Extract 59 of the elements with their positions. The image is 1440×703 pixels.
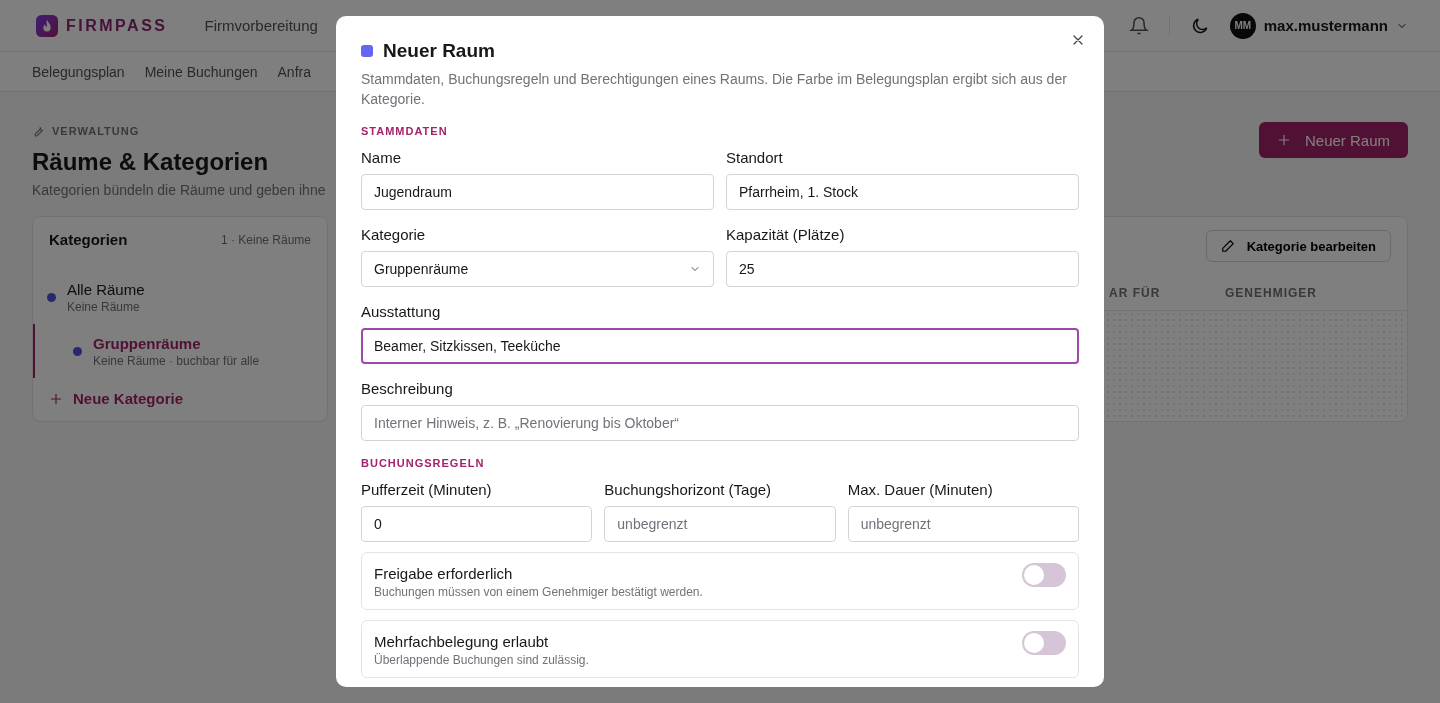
field-label: Kategorie xyxy=(361,226,427,243)
field-label: Kapazität (Plätze) xyxy=(726,226,846,243)
dialog-description: Stammdaten, Buchungsregeln und Berechtigungen eines Raums. Die Farbe im Belegungsplan ergibt sich aus der Kategorie. xyxy=(361,70,1068,109)
plus-icon xyxy=(49,391,63,406)
column-header: AR FÜR xyxy=(1109,285,1162,300)
field-label: Standort xyxy=(726,149,784,166)
category-name: Gruppenräume xyxy=(93,334,202,352)
logo-icon xyxy=(36,14,58,37)
section-heading: BUCHUNGSREGELN xyxy=(361,457,486,469)
category-dot xyxy=(73,346,82,356)
page-title: Räume & Kategorien xyxy=(32,148,270,176)
category-meta: Keine Räume · buchbar für alle xyxy=(93,353,260,368)
tab[interactable]: Belegungsplan xyxy=(32,63,125,80)
field-label: Max. Dauer (Minuten) xyxy=(847,481,994,498)
category-dot xyxy=(47,292,56,302)
dialog-title: Neuer Raum xyxy=(383,40,495,62)
eyebrow-label: VERWALTUNG xyxy=(52,125,140,137)
category-item[interactable]: Alle Räume Keine Räume xyxy=(33,270,327,324)
column-header: GENEHMIGER xyxy=(1225,285,1318,300)
field-label: Pufferzeit (Minuten) xyxy=(361,481,493,498)
section-heading: STAMMDATEN xyxy=(361,125,449,137)
input-field[interactable]: 0 xyxy=(361,506,593,542)
page-subtitle: Kategorien bündeln die Räume und geben ihne xyxy=(32,182,326,198)
avatar[interactable]: MM xyxy=(1229,12,1256,39)
input-field[interactable]: unbegrenzt xyxy=(847,506,1079,542)
category-item[interactable]: Gruppenräume Keine Räume · buchbar für alle xyxy=(33,324,327,378)
input-field[interactable]: 25 xyxy=(726,251,1079,287)
nav-link[interactable]: Firmvorbereitung xyxy=(204,17,318,34)
input-field[interactable]: Pfarrheim, 1. Stock xyxy=(726,174,1079,210)
new-category-button[interactable]: Neue Kategorie xyxy=(33,378,200,407)
setting-title: Freigabe erforderlich xyxy=(374,565,514,582)
field-label: Ausstattung xyxy=(361,303,442,320)
setting-title: Mehrfachbelegung erlaubt xyxy=(374,633,550,650)
input-field[interactable]: Beamer, Sitzkissen, Teeküche xyxy=(361,328,1079,364)
panel-title: Kategorien xyxy=(49,231,128,248)
toggle-switch[interactable] xyxy=(1022,631,1066,655)
bell-icon[interactable] xyxy=(1128,15,1149,36)
input-field[interactable]: Jugendraum xyxy=(361,174,714,210)
category-count: 1 · Keine Räume xyxy=(220,232,311,247)
category-name: Alle Räume xyxy=(67,280,145,298)
select-value: Gruppenräume xyxy=(374,261,469,277)
pencil-icon xyxy=(1220,239,1235,253)
user-name[interactable]: max.mustermann xyxy=(1263,17,1388,34)
field-label: Beschreibung xyxy=(361,380,454,397)
setting-description: Überlappende Buchungen sind zulässig. xyxy=(374,653,589,667)
field-label: Buchungshorizont (Tage) xyxy=(604,481,773,498)
tab[interactable]: Meine Buchungen xyxy=(144,63,258,80)
brand-name: FIRMPASS xyxy=(66,16,168,35)
field-label: Name xyxy=(361,149,402,166)
plus-icon xyxy=(1276,133,1291,147)
input-field[interactable]: unbegrenzt xyxy=(604,506,836,542)
new-room-button[interactable]: Neuer Raum xyxy=(1258,122,1408,158)
input-field[interactable]: Interner Hinweis, z. B. „Renovierung bis Oktober“ xyxy=(361,405,1079,441)
toggle-switch[interactable] xyxy=(1022,563,1066,587)
setting-description: Buchungen müssen von einem Genehmiger bestätigt werden. xyxy=(374,585,703,599)
category-meta: Keine Räume xyxy=(67,299,141,314)
select-field[interactable]: Gruppenräume xyxy=(361,251,714,287)
edit-category-button[interactable]: Kategorie bearbeiten xyxy=(1205,230,1391,262)
tab[interactable]: Anfra xyxy=(277,63,311,80)
